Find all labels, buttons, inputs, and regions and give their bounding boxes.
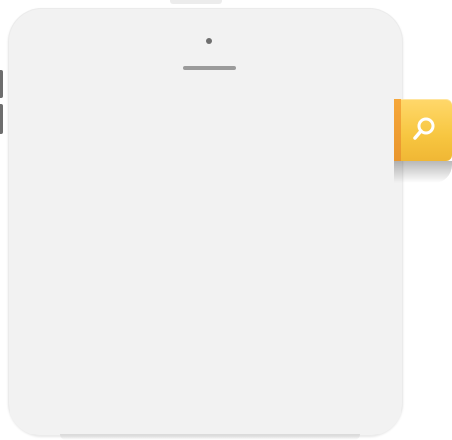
search-tab-button[interactable] bbox=[394, 99, 452, 161]
search-icon bbox=[413, 117, 435, 140]
volume-up-button[interactable] bbox=[0, 70, 3, 98]
device-frame bbox=[8, 8, 403, 436]
device-screen[interactable] bbox=[10, 78, 401, 434]
device-bottom-edge bbox=[60, 434, 360, 440]
top-notch bbox=[170, 0, 222, 4]
search-tab-shadow bbox=[394, 161, 452, 183]
speaker-icon bbox=[183, 66, 236, 70]
page-canvas bbox=[0, 0, 452, 440]
camera-icon bbox=[206, 38, 212, 44]
volume-down-button[interactable] bbox=[0, 104, 3, 134]
